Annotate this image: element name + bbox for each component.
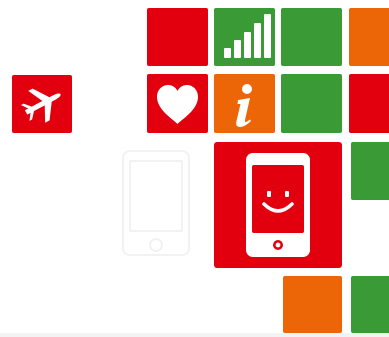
plain-red-tile — [147, 8, 208, 66]
heart-icon — [157, 85, 198, 124]
info-icon — [236, 84, 252, 127]
floor-line — [0, 333, 389, 337]
phone-outline-icon — [122, 150, 190, 256]
airplane-tile — [12, 75, 72, 133]
info-tile — [214, 74, 275, 133]
phone-outline-screen — [129, 160, 183, 232]
plain-green-tile — [351, 142, 389, 200]
signal-bars-tile — [214, 8, 275, 66]
plain-green-tile — [281, 74, 342, 133]
plain-green-tile — [281, 8, 342, 66]
heart-tile — [147, 74, 208, 133]
plain-green-tile — [351, 276, 389, 333]
phone-outline-button — [149, 238, 163, 252]
tile-mosaic — [0, 0, 389, 337]
plain-red-tile — [349, 74, 389, 133]
plain-orange-tile — [349, 8, 389, 66]
airplane-icon — [20, 88, 61, 123]
signal-bars-icon — [224, 14, 271, 58]
smiling-phone-icon — [246, 153, 310, 257]
plain-orange-tile — [283, 276, 342, 333]
smiling-phone-tile — [214, 142, 342, 268]
